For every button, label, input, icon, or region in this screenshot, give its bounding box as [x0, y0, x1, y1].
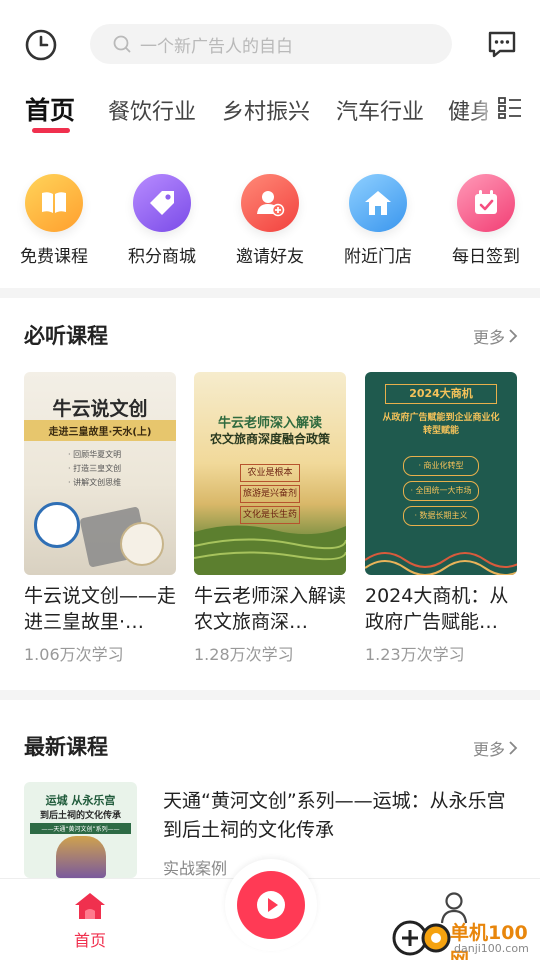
course-cover: 2024大商机 从政府广告赋能到企业商业化转型赋能 · 商业化转型 · 全国统一… [365, 372, 517, 575]
watermark-url: danji100.com [454, 942, 529, 955]
history-clock-icon[interactable] [24, 28, 58, 62]
latest-course-title[interactable]: 天通“黄河文创”系列——运城：从永乐宫到后土祠的文化传承 [163, 787, 523, 845]
cover-bullet: · 数据长期主义 [403, 506, 479, 526]
tab-active-indicator [32, 128, 70, 133]
category-tabs: 首页 餐饮行业 乡村振兴 汽车行业 健身 [0, 88, 540, 138]
message-icon[interactable] [486, 28, 518, 60]
add-user-icon [241, 174, 299, 232]
course-stat: 1.28万次学习 [194, 645, 294, 664]
cover-title: 牛云说文创 [52, 398, 148, 420]
cover-waves-image [365, 552, 517, 575]
course-card[interactable]: 牛云说文创 走进三皇故里·天水(上) · 回顾华夏文明 · 打造三皇文创 · 讲… [24, 372, 176, 665]
quick-label: 附近门店 [344, 247, 412, 267]
must-section-title: 必听课程 [24, 324, 108, 348]
quick-daily-checkin[interactable]: 每日签到 [432, 170, 540, 267]
home-icon [75, 893, 105, 919]
course-title: 牛云老师深入解读农文旅商深… [194, 585, 346, 633]
latest-more-link[interactable]: 更多 [473, 736, 518, 760]
quick-entries: 免费课程 积分商城 邀请好友 附近门店 每日签到 [0, 170, 540, 270]
quick-free-courses[interactable]: 免费课程 [0, 170, 108, 267]
tab-catering[interactable]: 餐饮行业 [108, 94, 196, 126]
course-cover: 牛云老师深入解读 农文旅商深度融合政策 农业是根本 旅游是兴奋剂 文化是长生药 [194, 372, 346, 575]
course-cover: 牛云说文创 走进三皇故里·天水(上) · 回顾华夏文明 · 打造三皇文创 · 讲… [24, 372, 176, 575]
book-icon [25, 174, 83, 232]
course-card[interactable]: 2024大商机 从政府广告赋能到企业商业化转型赋能 · 商业化转型 · 全国统一… [365, 372, 517, 665]
thumb-band: ——天通“黄河文创”系列—— [30, 823, 131, 834]
section-divider [0, 288, 540, 298]
cover-subtitle: 走进三皇故里·天水(上) [24, 420, 176, 441]
cover-bullet: 农业是根本 [240, 464, 300, 482]
tab-menu-icon[interactable] [498, 96, 522, 120]
course-title: 2024大商机：从政府广告赋能… [365, 585, 509, 633]
tabs-fade [470, 88, 500, 136]
quick-nearby-stores[interactable]: 附近门店 [324, 170, 432, 267]
cover-bullet: · 回顾华夏文明 [68, 450, 122, 459]
cover-terraces-image [194, 525, 346, 575]
cover-bullets: · 商业化转型 · 全国统一大市场 · 数据长期主义 [403, 456, 479, 526]
search-bar[interactable]: 一个新广告人的自白 [90, 24, 452, 64]
quick-label: 邀请好友 [236, 247, 304, 267]
must-more-link[interactable]: 更多 [473, 324, 518, 348]
cover-bullet: 旅游是兴奋剂 [240, 485, 300, 503]
thumb-title: 运城 从永乐宫 [45, 794, 116, 807]
course-stat: 1.06万次学习 [24, 645, 124, 664]
tab-auto[interactable]: 汽车行业 [336, 94, 424, 126]
cover-bullets: · 回顾华夏文明 · 打造三皇文创 · 讲解文创思维 [68, 448, 121, 490]
more-label: 更多 [472, 740, 505, 759]
nav-home[interactable]: 首页 [66, 891, 114, 951]
search-placeholder: 一个新广告人的自白 [140, 36, 293, 57]
cover-plate-image [34, 502, 80, 548]
quick-label: 免费课程 [20, 247, 88, 267]
calendar-check-icon [457, 174, 515, 232]
more-label: 更多 [472, 328, 505, 347]
nav-home-label: 首页 [73, 931, 106, 950]
chevron-right-icon [509, 741, 518, 755]
course-card[interactable]: 牛云老师深入解读 农文旅商深度融合政策 农业是根本 旅游是兴奋剂 文化是长生药 … [194, 372, 346, 665]
cover-bullet: · 讲解文创思维 [68, 478, 122, 487]
cover-subtitle: 从政府广告赋能到企业商业化转型赋能 [382, 413, 500, 436]
tag-icon [133, 174, 191, 232]
house-icon [349, 174, 407, 232]
cover-title: 牛云老师深入解读 [217, 416, 322, 431]
cover-bullet: · 商业化转型 [403, 456, 479, 476]
thumb-subtitle: 到后土祠的文化传承 [39, 811, 121, 821]
quick-label: 积分商城 [128, 247, 196, 267]
latest-course-tag: 实战案例 [163, 859, 228, 878]
search-icon [113, 35, 131, 53]
cover-subtitle: 农文旅商深度融合政策 [209, 432, 330, 446]
play-icon [257, 891, 285, 919]
quick-label: 每日签到 [452, 247, 520, 267]
top-bar: 一个新广告人的自白 [0, 0, 540, 88]
quick-points-mall[interactable]: 积分商城 [108, 170, 216, 267]
course-title: 牛云说文创——走进三皇故里·… [24, 585, 176, 633]
cover-bullet: · 全国统一大市场 [403, 481, 479, 501]
thumb-figure-image [56, 836, 106, 878]
tab-home[interactable]: 首页 [25, 91, 75, 127]
cover-title: 2024大商机 [385, 384, 497, 404]
latest-course-thumbnail[interactable]: 运城 从永乐宫 到后土祠的文化传承 ——天通“黄河文创”系列—— [24, 782, 137, 878]
latest-section-title: 最新课程 [24, 735, 108, 759]
quick-invite-friends[interactable]: 邀请好友 [216, 170, 324, 267]
course-stat: 1.23万次学习 [365, 645, 465, 664]
section-divider [0, 690, 540, 700]
cover-seal-image [120, 522, 164, 566]
play-button[interactable] [237, 871, 305, 939]
chevron-right-icon [509, 329, 518, 343]
cover-bullet: · 打造三皇文创 [68, 464, 122, 473]
tab-rural[interactable]: 乡村振兴 [222, 94, 310, 126]
